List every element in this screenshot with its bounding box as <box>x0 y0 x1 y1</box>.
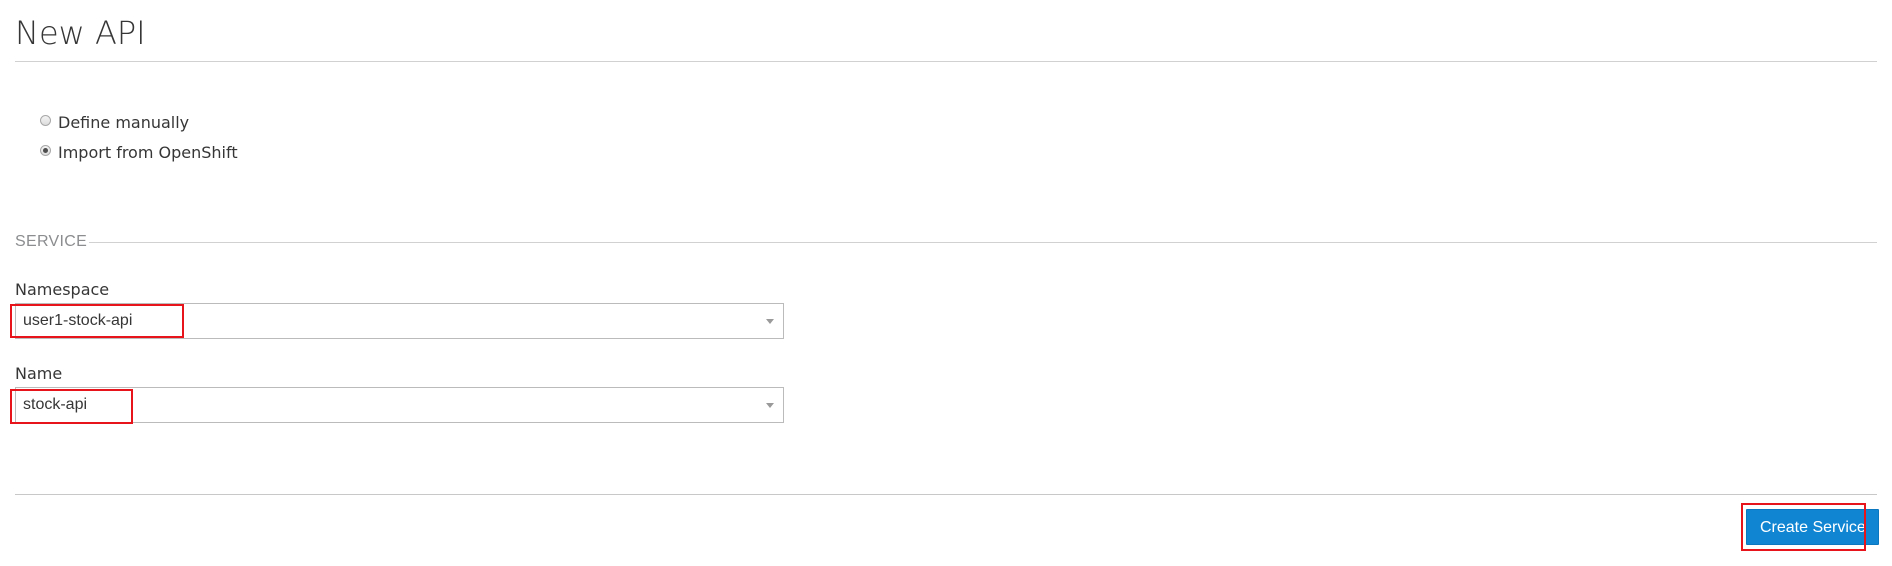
radio-label-import-openshift: Import from OpenShift <box>58 142 238 162</box>
radio-button-define-manually[interactable] <box>40 114 51 126</box>
section-divider <box>89 242 1877 243</box>
namespace-select[interactable]: user1-stock-api <box>15 303 784 339</box>
create-service-button[interactable]: Create Service <box>1746 509 1879 545</box>
title-divider <box>15 61 1877 62</box>
radio-label-define-manually: Define manually <box>58 112 190 132</box>
name-select-value: stock-api <box>23 396 88 413</box>
radio-button-import-openshift[interactable] <box>40 144 51 156</box>
name-select[interactable]: stock-api <box>15 387 784 423</box>
namespace-label: Namespace <box>15 280 110 299</box>
name-label: Name <box>15 364 63 383</box>
section-legend-service: SERVICE <box>15 233 88 250</box>
chevron-down-icon[interactable] <box>766 319 774 324</box>
page-title: New API <box>15 14 146 52</box>
chevron-down-icon[interactable] <box>766 403 774 408</box>
footer-divider <box>15 494 1877 495</box>
new-api-page: New API Define manually Import from Open… <box>0 0 1892 566</box>
radio-define-manually[interactable]: Define manually <box>40 111 189 133</box>
namespace-select-value: user1-stock-api <box>23 312 133 329</box>
radio-import-openshift[interactable]: Import from OpenShift <box>40 141 238 163</box>
